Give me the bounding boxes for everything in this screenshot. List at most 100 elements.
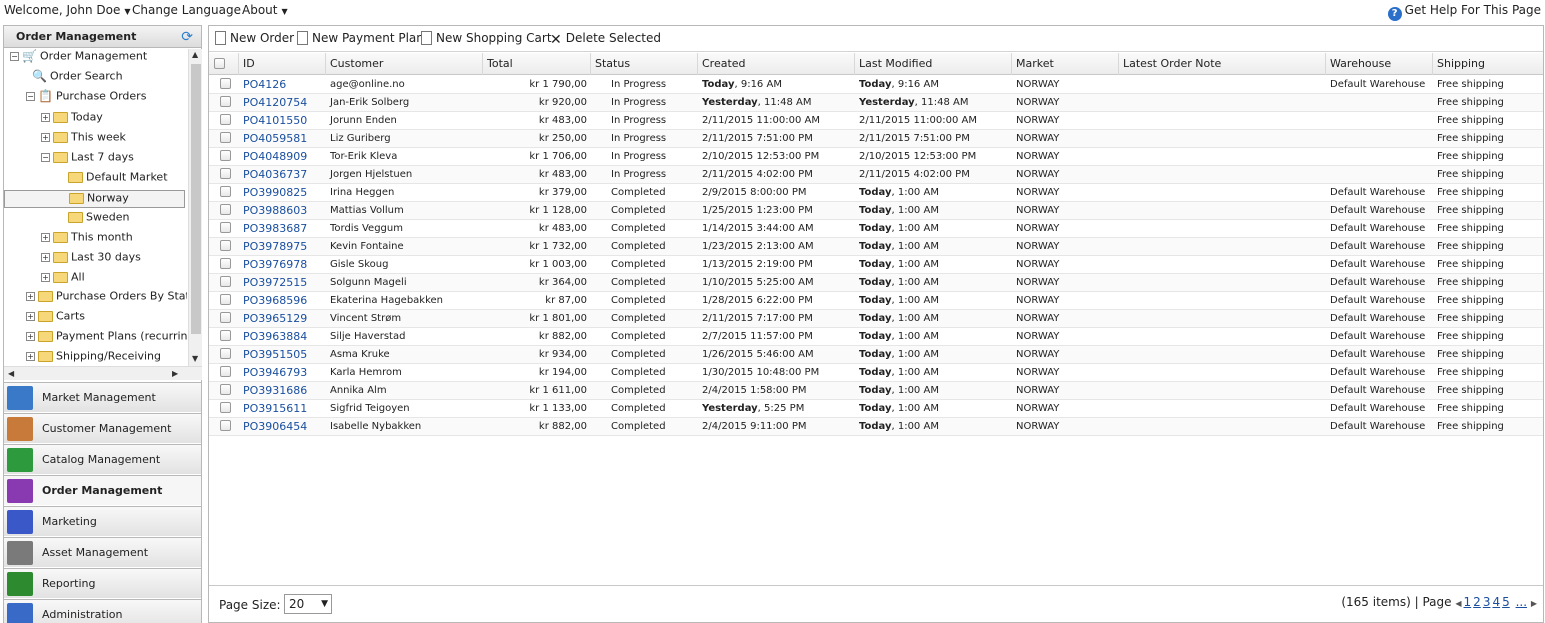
row-checkbox-cell[interactable] <box>209 148 239 166</box>
scroll-up-icon[interactable]: ▲ <box>192 50 198 59</box>
tree-node[interactable]: + Shipping/Receiving <box>26 349 161 366</box>
table-row[interactable]: PO3978975 Kevin Fontaine kr 1 732,00 Comple… <box>209 238 1543 256</box>
tree-horizontal-scrollbar[interactable]: ◀ ▶ <box>4 366 202 380</box>
order-id-link[interactable]: PO4048909 <box>239 148 326 166</box>
order-id-link[interactable]: PO3906454 <box>239 418 326 436</box>
more-pages-link[interactable]: ... <box>1516 595 1527 609</box>
new-order-button[interactable]: New Order <box>215 31 294 45</box>
tree-node[interactable]: Sweden <box>68 210 129 228</box>
tree-node[interactable]: + This week <box>41 130 126 148</box>
row-checkbox[interactable] <box>220 186 231 197</box>
column-header-status[interactable]: Status <box>591 53 698 75</box>
row-checkbox-cell[interactable] <box>209 220 239 238</box>
module-asset-management[interactable]: Asset Management <box>4 537 201 567</box>
order-id-link[interactable]: PO3965129 <box>239 310 326 328</box>
help-link[interactable]: ? Get Help For This Page <box>1387 3 1541 21</box>
row-checkbox[interactable] <box>220 222 231 233</box>
expand-icon[interactable]: + <box>26 351 35 361</box>
page-link[interactable]: 5 <box>1502 595 1510 609</box>
row-checkbox-cell[interactable] <box>209 166 239 184</box>
column-header-created[interactable]: Created <box>698 53 855 75</box>
table-row[interactable]: PO4120754 Jan-Erik Solberg kr 920,00 In Pro… <box>209 94 1543 112</box>
order-id-link[interactable]: PO3951505 <box>239 346 326 364</box>
row-checkbox[interactable] <box>220 276 231 287</box>
table-row[interactable]: PO3990825 Irina Heggen kr 379,00 Completed 2… <box>209 184 1543 202</box>
module-customer-management[interactable]: Customer Management <box>4 413 201 443</box>
expand-icon[interactable]: + <box>41 272 50 282</box>
order-id-link[interactable]: PO4036737 <box>239 166 326 184</box>
table-row[interactable]: PO4036737 Jorgen Hjelstuen kr 483,00 In Pro… <box>209 166 1543 184</box>
order-id-link[interactable]: PO3968596 <box>239 292 326 310</box>
order-id-link[interactable]: PO4120754 <box>239 94 326 112</box>
expand-icon[interactable]: + <box>26 331 35 341</box>
column-header-warehouse[interactable]: Warehouse <box>1326 53 1433 75</box>
column-header-shipping[interactable]: Shipping <box>1433 53 1543 75</box>
refresh-icon[interactable]: ⟳ <box>181 29 193 45</box>
select-all-checkbox-cell[interactable] <box>209 53 239 75</box>
row-checkbox[interactable] <box>220 312 231 323</box>
expand-icon[interactable]: + <box>41 232 50 242</box>
tree-node[interactable]: − Last 7 days <box>41 150 134 168</box>
scroll-right-icon[interactable]: ▶ <box>172 369 178 378</box>
table-row[interactable]: PO3946793 Karla Hemrom kr 194,00 Completed 1… <box>209 364 1543 382</box>
row-checkbox[interactable] <box>220 114 231 125</box>
tree-node[interactable]: − 📋 Purchase Orders <box>26 89 146 107</box>
tree-node[interactable]: + Today <box>41 110 103 128</box>
column-header-id[interactable]: ID <box>239 53 326 75</box>
tree-node[interactable]: + Payment Plans (recurrin <box>26 329 187 347</box>
row-checkbox[interactable] <box>220 204 231 215</box>
column-header-customer[interactable]: Customer <box>326 53 483 75</box>
order-id-link[interactable]: PO3931686 <box>239 382 326 400</box>
expand-icon[interactable]: + <box>41 252 50 262</box>
page-link[interactable]: 2 <box>1473 595 1481 609</box>
order-id-link[interactable]: PO3915611 <box>239 400 326 418</box>
table-row[interactable]: PO3988603 Mattias Vollum kr 1 128,00 Comple… <box>209 202 1543 220</box>
row-checkbox[interactable] <box>220 420 231 431</box>
scroll-down-icon[interactable]: ▼ <box>192 354 198 363</box>
table-row[interactable]: PO3906454 Isabelle Nybakken kr 882,00 Compl… <box>209 418 1543 436</box>
row-checkbox[interactable] <box>220 168 231 179</box>
module-order-management[interactable]: Order Management <box>4 475 201 505</box>
module-administration[interactable]: Administration <box>4 599 201 623</box>
collapse-icon[interactable]: − <box>41 152 50 162</box>
order-id-link[interactable]: PO3990825 <box>239 184 326 202</box>
column-header-latest-order-note[interactable]: Latest Order Note <box>1119 53 1326 75</box>
tree-node[interactable]: Default Market <box>68 170 168 188</box>
expand-icon[interactable]: + <box>26 311 35 321</box>
row-checkbox-cell[interactable] <box>209 112 239 130</box>
table-row[interactable]: PO3968596 Ekaterina Hagebakken kr 87,00 Com… <box>209 292 1543 310</box>
row-checkbox-cell[interactable] <box>209 310 239 328</box>
order-id-link[interactable]: PO3972515 <box>239 274 326 292</box>
row-checkbox-cell[interactable] <box>209 364 239 382</box>
row-checkbox-cell[interactable] <box>209 292 239 310</box>
table-row[interactable]: PO3976978 Gisle Skoug kr 1 003,00 Completed… <box>209 256 1543 274</box>
column-header-total[interactable]: Total <box>483 53 591 75</box>
order-id-link[interactable]: PO3963884 <box>239 328 326 346</box>
page-link[interactable]: 3 <box>1483 595 1491 609</box>
expand-icon[interactable]: + <box>41 112 50 122</box>
column-header-last-modified[interactable]: Last Modified <box>855 53 1012 75</box>
new-payment-plan-button[interactable]: New Payment Plan <box>297 31 424 45</box>
collapse-icon[interactable]: − <box>26 91 35 101</box>
row-checkbox-cell[interactable] <box>209 274 239 292</box>
row-checkbox[interactable] <box>220 78 231 89</box>
tree-node[interactable]: Norway <box>4 190 185 208</box>
module-reporting[interactable]: Reporting <box>4 568 201 598</box>
order-id-link[interactable]: PO3946793 <box>239 364 326 382</box>
row-checkbox-cell[interactable] <box>209 346 239 364</box>
order-id-link[interactable]: PO4126 <box>239 76 326 94</box>
table-row[interactable]: PO3963884 Silje Haverstad kr 882,00 Complet… <box>209 328 1543 346</box>
order-id-link[interactable]: PO4101550 <box>239 112 326 130</box>
row-checkbox-cell[interactable] <box>209 94 239 112</box>
table-row[interactable]: PO3983687 Tordis Veggum kr 483,00 Completed… <box>209 220 1543 238</box>
row-checkbox-cell[interactable] <box>209 256 239 274</box>
tree-node[interactable]: + Carts <box>26 309 85 327</box>
table-row[interactable]: PO3915611 Sigfrid Teigoyen kr 1 133,00 Comp… <box>209 400 1543 418</box>
table-row[interactable]: PO4126 age@online.no kr 1 790,00 In Progres… <box>209 76 1543 94</box>
tree-node[interactable]: + All <box>41 270 85 288</box>
row-checkbox[interactable] <box>220 96 231 107</box>
table-row[interactable]: PO3951505 Asma Kruke kr 934,00 Completed 1/2… <box>209 346 1543 364</box>
order-id-link[interactable]: PO3988603 <box>239 202 326 220</box>
tree-node[interactable]: + This month <box>41 230 133 248</box>
order-id-link[interactable]: PO3978975 <box>239 238 326 256</box>
